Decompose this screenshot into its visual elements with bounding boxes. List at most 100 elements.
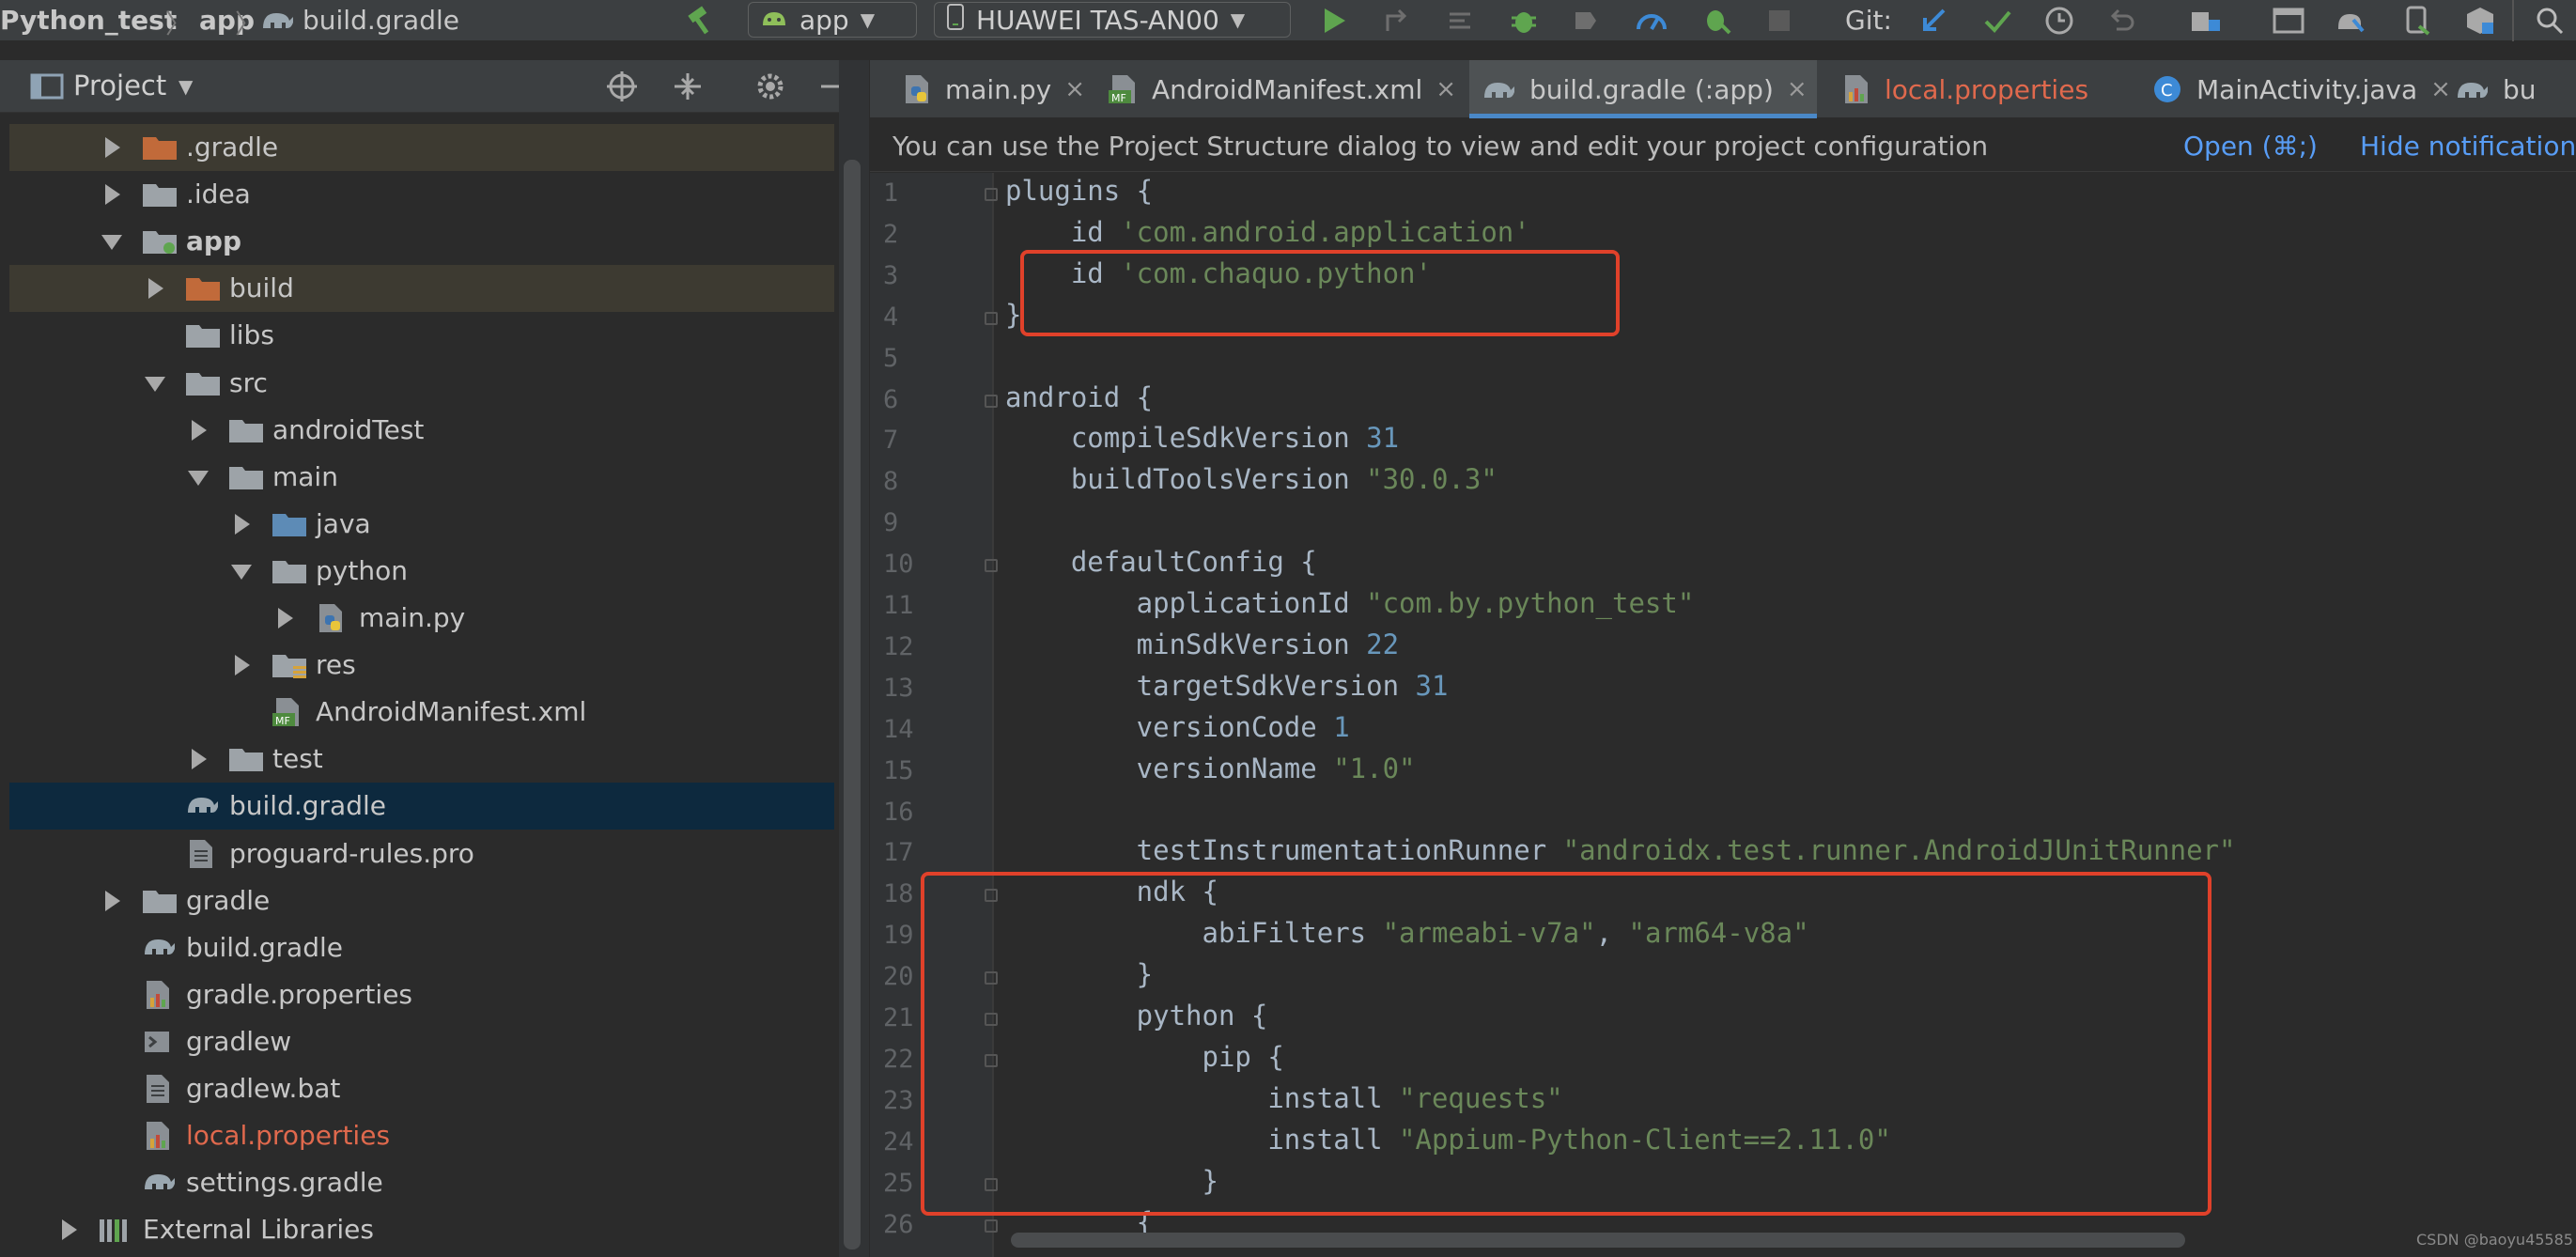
tree-item[interactable]: gradlew.bat (9, 1065, 834, 1112)
tree-item[interactable]: libs (9, 312, 834, 359)
stop-icon[interactable] (1762, 4, 1796, 38)
code-line[interactable]: applicationId "com.by.python_test" (1005, 587, 1695, 619)
run-icon[interactable] (1317, 4, 1351, 38)
tree-item-label: build (229, 272, 294, 304)
git-update-icon[interactable] (1916, 4, 1950, 38)
close-icon[interactable]: × (1435, 75, 1456, 103)
editor-tab[interactable]: bu (2443, 60, 2576, 118)
code-line[interactable]: android { (1005, 381, 1153, 413)
run-config-select[interactable]: app ▼ (748, 2, 917, 38)
tree-item[interactable]: src (9, 360, 834, 407)
fold-marker-icon[interactable] (985, 559, 998, 573)
editor-tab[interactable]: MF AndroidManifest.xml × (1095, 60, 1460, 118)
code-line[interactable]: buildToolsVersion "30.0.3" (1005, 463, 1497, 495)
tree-item[interactable]: proguard-rules.pro (9, 830, 834, 877)
tree-item[interactable]: gradle (9, 877, 834, 924)
chevron-right-icon[interactable] (278, 608, 293, 628)
tree-item[interactable]: gradle.properties (9, 971, 834, 1018)
chevron-right-icon[interactable] (62, 1219, 77, 1241)
project-structure-icon[interactable] (2189, 4, 2223, 38)
fold-marker-icon[interactable] (985, 188, 998, 201)
chevron-right-icon[interactable] (105, 184, 120, 206)
chevron-right-icon[interactable] (192, 749, 207, 770)
apply-changes-icon[interactable] (1379, 4, 1413, 38)
code-line[interactable]: versionName "1.0" (1005, 753, 1416, 784)
breadcrumb-project[interactable]: Python_test (0, 5, 177, 36)
tree-item[interactable]: .gradle (9, 124, 834, 171)
editor-tab[interactable]: local.properties (1828, 60, 2129, 118)
chevron-right-icon[interactable] (148, 278, 163, 300)
editor-tab[interactable]: C MainActivity.java × (2140, 60, 2451, 118)
close-icon[interactable]: × (1064, 75, 1085, 103)
code-line[interactable]: minSdkVersion 22 (1005, 628, 1399, 660)
chevron-down-icon[interactable] (188, 470, 209, 486)
close-icon[interactable]: × (1787, 75, 1808, 103)
coverage-icon[interactable] (1569, 4, 1603, 38)
sdk-manager-icon[interactable] (2463, 4, 2497, 38)
open-project-structure-link[interactable]: Open (⌘;) (2183, 131, 2318, 162)
chevron-down-icon[interactable] (231, 564, 252, 580)
chevron-down-icon[interactable] (101, 235, 122, 251)
hide-notification-link[interactable]: Hide notification (2360, 131, 2576, 162)
fold-marker-icon[interactable] (985, 311, 998, 325)
gradle-sync-icon[interactable] (2334, 4, 2367, 38)
editor-horizontal-scrollbar[interactable] (1011, 1233, 2185, 1248)
code-line[interactable]: } (1005, 299, 1021, 331)
tree-item[interactable]: main.py (9, 595, 834, 642)
chevron-right-icon[interactable] (105, 137, 120, 158)
gear-icon[interactable] (753, 70, 787, 103)
terminal-window-icon[interactable] (2272, 4, 2305, 38)
code-line[interactable]: defaultConfig { (1005, 546, 1317, 578)
device-select[interactable]: HUAWEI TAS-AN00 ▼ (934, 2, 1291, 38)
search-icon[interactable] (2533, 4, 2567, 38)
project-view-title[interactable]: Project (73, 70, 166, 101)
avd-manager-icon[interactable] (2401, 4, 2435, 38)
tree-item[interactable]: build (9, 265, 834, 313)
tree-item[interactable]: MF AndroidManifest.xml (9, 689, 834, 736)
chevron-right-icon[interactable] (235, 513, 250, 535)
tree-item[interactable]: build.gradle (9, 783, 834, 830)
tree-item[interactable]: python (9, 548, 834, 595)
debug-icon[interactable] (1507, 4, 1541, 38)
fold-marker-icon[interactable] (985, 394, 998, 408)
tree-item[interactable]: test (9, 736, 834, 783)
chevron-down-icon[interactable] (145, 376, 165, 392)
chevron-down-icon[interactable]: ▼ (178, 75, 193, 98)
chevron-right-icon[interactable] (105, 890, 120, 911)
code-line[interactable]: testInstrumentationRunner "androidx.test… (1005, 834, 2236, 866)
tree-item[interactable]: java (9, 501, 834, 548)
tree-item[interactable]: External Libraries (9, 1206, 834, 1253)
locate-target-icon[interactable] (605, 70, 639, 103)
chevron-right-icon[interactable] (235, 655, 250, 676)
editor-tab[interactable]: build.gradle (:app) × (1469, 60, 1817, 118)
editor-tab[interactable]: main.py × (889, 60, 1086, 118)
tree-item[interactable]: gradlew (9, 1018, 834, 1065)
collapse-all-icon[interactable] (671, 70, 705, 103)
rollback-icon[interactable] (2104, 4, 2138, 38)
code-line[interactable]: plugins { (1005, 175, 1153, 207)
chevron-right-icon[interactable] (192, 419, 207, 441)
tree-item[interactable]: local.properties (9, 1112, 834, 1159)
tree-item[interactable]: build.gradle (9, 924, 834, 971)
tree-item[interactable]: app (9, 218, 834, 265)
code-line[interactable]: compileSdkVersion 31 (1005, 422, 1399, 454)
tree-item[interactable]: main (9, 454, 834, 501)
breadcrumb-file[interactable]: build.gradle (303, 5, 459, 36)
apply-code-changes-icon[interactable] (1443, 4, 1477, 38)
code-line[interactable]: id 'com.android.application' (1005, 216, 1530, 248)
code-line[interactable]: targetSdkVersion 31 (1005, 670, 1449, 702)
fold-marker-icon[interactable] (985, 1218, 998, 1233)
tree-item[interactable]: settings.gradle (9, 1159, 834, 1206)
svg-text:MF: MF (1111, 92, 1126, 104)
code-line[interactable]: versionCode 1 (1005, 711, 1350, 743)
tree-item-label: libs (229, 319, 274, 351)
git-commit-icon[interactable] (1980, 4, 2014, 38)
hammer-build-icon[interactable] (684, 4, 718, 38)
attach-debugger-icon[interactable] (1700, 4, 1734, 38)
tree-item[interactable]: res (9, 642, 834, 689)
profiler-icon[interactable] (1635, 4, 1668, 38)
tree-item[interactable]: .idea (9, 171, 834, 218)
tree-item[interactable]: androidTest (9, 407, 834, 454)
project-scrollbar[interactable] (844, 160, 861, 1249)
history-icon[interactable] (2042, 4, 2076, 38)
